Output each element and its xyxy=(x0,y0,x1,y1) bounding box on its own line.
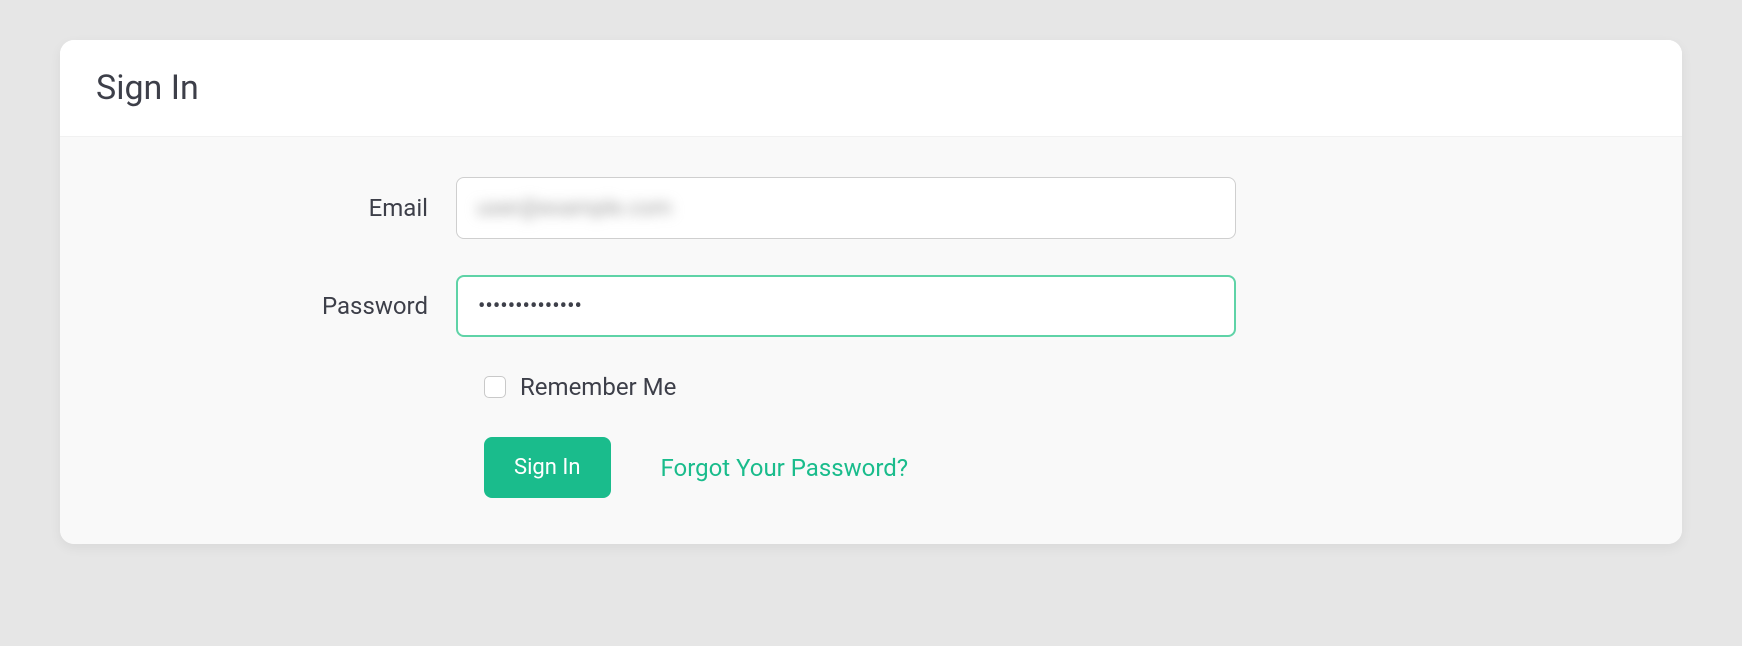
password-label: Password xyxy=(96,292,456,320)
email-blurred-value: user@example.com xyxy=(477,196,672,221)
password-control-wrap xyxy=(456,275,1236,337)
actions-row: Sign In Forgot Your Password? xyxy=(96,437,1646,498)
card-body: Email user@example.com Password Remember… xyxy=(60,137,1682,544)
email-row: Email user@example.com xyxy=(96,177,1646,239)
email-label: Email xyxy=(96,194,456,222)
password-row: Password xyxy=(96,275,1646,337)
password-field[interactable] xyxy=(456,275,1236,337)
remember-label[interactable]: Remember Me xyxy=(520,373,676,401)
forgot-password-link[interactable]: Forgot Your Password? xyxy=(661,454,909,482)
sign-in-button[interactable]: Sign In xyxy=(484,437,611,498)
email-control-wrap: user@example.com xyxy=(456,177,1236,239)
remember-checkbox-wrap[interactable]: Remember Me xyxy=(484,373,676,401)
card-header: Sign In xyxy=(60,40,1682,137)
remember-row: Remember Me xyxy=(96,373,1646,401)
email-field[interactable]: user@example.com xyxy=(456,177,1236,239)
page-title: Sign In xyxy=(96,68,1646,108)
remember-checkbox[interactable] xyxy=(484,376,506,398)
sign-in-card: Sign In Email user@example.com Password … xyxy=(60,40,1682,544)
